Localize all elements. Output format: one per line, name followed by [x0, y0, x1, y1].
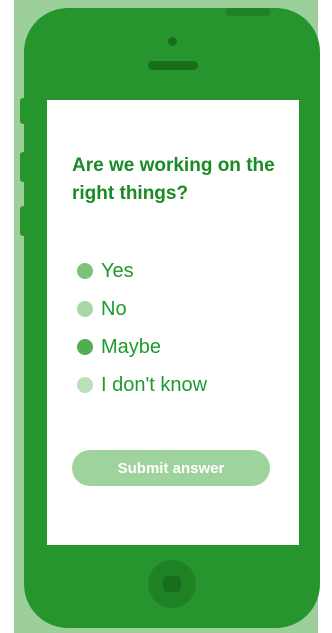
- survey-question: Are we working on the right things?: [72, 155, 275, 204]
- option-label: No: [101, 297, 127, 320]
- answer-options: Yes No Maybe I don't know: [77, 252, 207, 404]
- option-yes[interactable]: Yes: [77, 252, 207, 290]
- radio-icon[interactable]: [77, 377, 93, 393]
- option-no[interactable]: No: [77, 290, 207, 328]
- submit-answer-button[interactable]: Submit answer: [72, 450, 270, 486]
- option-dont-know[interactable]: I don't know: [77, 366, 207, 404]
- option-label: Yes: [101, 259, 134, 282]
- option-label: Maybe: [101, 335, 162, 358]
- radio-icon[interactable]: [77, 339, 93, 355]
- radio-icon[interactable]: [77, 301, 93, 317]
- option-maybe[interactable]: Maybe: [77, 328, 207, 366]
- phone-screen: Are we working on the right things? Yes …: [47, 100, 299, 545]
- camera-icon: [168, 37, 177, 46]
- home-square-icon: [163, 576, 181, 592]
- power-button: [226, 8, 270, 16]
- option-label: I don't know: [101, 373, 208, 396]
- speaker-icon: [148, 61, 198, 70]
- radio-icon[interactable]: [77, 263, 93, 279]
